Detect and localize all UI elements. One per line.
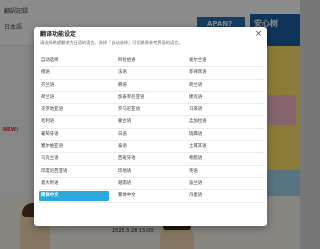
language-row: 葡萄牙语 日语 瑞典语 xyxy=(39,129,265,142)
language-option[interactable]: 葡萄牙语 xyxy=(39,130,99,140)
language-row: 塞尔维亚语 泰语 土耳其语 xyxy=(39,141,265,154)
language-option[interactable]: 印度尼西亚语 xyxy=(39,167,99,177)
language-option[interactable]: 爱尔兰语 xyxy=(187,56,247,66)
language-option[interactable]: 克罗地亚语 xyxy=(39,105,99,115)
language-option[interactable]: 罗马尼亚语 xyxy=(116,105,176,115)
language-option[interactable]: 阿拉伯语 xyxy=(116,56,176,66)
language-option[interactable]: 荷兰语 xyxy=(187,81,247,91)
language-row: 印度尼西亚语 印地语 英语 xyxy=(39,166,265,178)
language-row: 意大利语 越南语 波兰语 xyxy=(39,178,265,191)
dialog-title: 翻译功能设定 xyxy=(40,31,77,38)
language-option[interactable]: 蒙古语 xyxy=(116,117,176,127)
language-option[interactable]: 芬兰语 xyxy=(39,81,99,91)
language-list: 自动选择 阿拉伯语 爱尔兰语 俄语 法语 菲律宾语 芬兰语 韩语 荷兰语 荷兰语 加泰罗尼亚语 捷克语… xyxy=(39,55,265,224)
language-option[interactable]: 印地语 xyxy=(116,167,176,177)
language-option[interactable]: 荷兰语 xyxy=(39,93,99,103)
language-option[interactable]: 菲律宾语 xyxy=(187,68,247,78)
translation-settings-dialog: 翻译功能设定 请选择希望翻译为日语的语言。选择「自动选择」可切换原参考界面的语言… xyxy=(34,27,267,226)
language-option[interactable]: 西班牙语 xyxy=(116,154,176,164)
language-option[interactable]: 捷克语 xyxy=(187,93,247,103)
language-option[interactable]: 乌克兰语 xyxy=(39,154,99,164)
language-row: 乌克兰语 西班牙语 希腊语 xyxy=(39,153,265,166)
language-option[interactable]: 加泰罗尼亚语 xyxy=(116,93,176,103)
language-option[interactable]: 英语 xyxy=(187,167,247,177)
language-option[interactable]: 繁体中文 xyxy=(116,191,176,201)
language-option[interactable]: 波兰语 xyxy=(187,179,247,189)
language-option[interactable]: 塞尔维亚语 xyxy=(39,142,99,152)
language-row: 芬兰语 韩语 荷兰语 xyxy=(39,80,265,92)
language-option[interactable]: 马来语 xyxy=(187,105,247,115)
language-row: 荷兰语 加泰罗尼亚语 捷克语 xyxy=(39,92,265,105)
language-option[interactable]: 土耳其语 xyxy=(187,142,247,152)
language-option[interactable]: 韩语 xyxy=(116,81,176,91)
language-option[interactable]: 泰语 xyxy=(116,142,176,152)
language-option[interactable]: 自动选择 xyxy=(39,56,99,66)
language-option[interactable]: 法语 xyxy=(116,68,176,78)
language-row: 俄语 法语 菲律宾语 xyxy=(39,67,265,80)
language-row: 毛利语 蒙古语 孟加拉语 xyxy=(39,116,265,129)
dialog-description: 请选择希望翻译为日语的语言。选择「自动选择」可切换原参考界面的语言。 xyxy=(40,40,183,45)
close-icon[interactable]: × xyxy=(253,29,264,40)
language-row: 自动选择 阿拉伯语 爱尔兰语 xyxy=(39,55,265,68)
language-option[interactable]: 简体中文 xyxy=(39,191,109,202)
language-row: 简体中文 繁体中文 丹麦语 xyxy=(39,190,265,203)
language-option[interactable]: 丹麦语 xyxy=(187,191,247,201)
language-option[interactable]: 孟加拉语 xyxy=(187,117,247,127)
language-option[interactable]: 越南语 xyxy=(116,179,176,189)
language-option[interactable]: 日语 xyxy=(116,130,176,140)
language-option[interactable]: 毛利语 xyxy=(39,117,99,127)
language-option[interactable]: 俄语 xyxy=(39,68,99,78)
language-row: 克罗地亚语 罗马尼亚语 马来语 xyxy=(39,104,265,117)
language-option[interactable]: 意大利语 xyxy=(39,179,99,189)
language-option[interactable]: 希腊语 xyxy=(187,154,247,164)
language-option[interactable]: 瑞典语 xyxy=(187,130,247,140)
